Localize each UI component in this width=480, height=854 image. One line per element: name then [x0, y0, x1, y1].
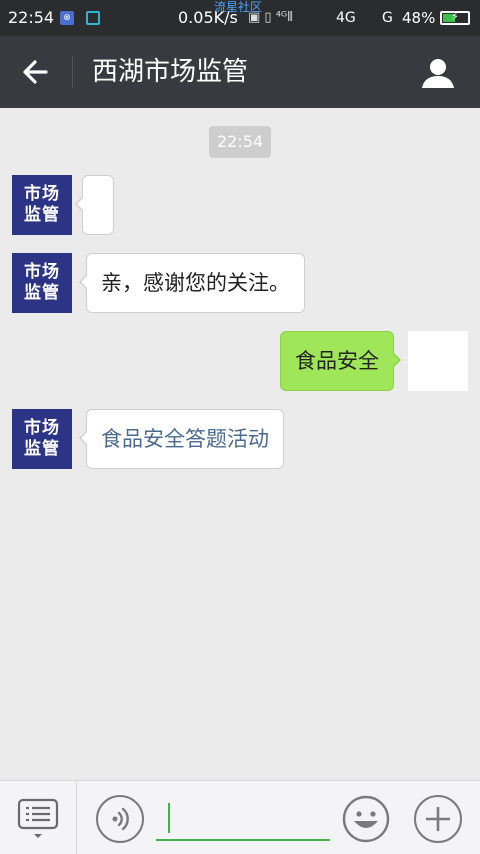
- avatar-text: 市场: [24, 262, 60, 282]
- input-bar: [0, 780, 480, 854]
- user-avatar[interactable]: [408, 331, 468, 391]
- menu-toggle-button[interactable]: [0, 781, 77, 854]
- link-message-bubble[interactable]: 食品安全答题活动: [79, 409, 284, 469]
- message-timestamp: 22:54: [209, 126, 271, 158]
- avatar-text: 市场: [24, 418, 60, 438]
- arrow-left-icon: [23, 60, 48, 84]
- page-title: 西湖市场监管: [92, 57, 249, 87]
- network-speed: 0.05K/s: [178, 8, 238, 27]
- person-icon: [422, 59, 454, 88]
- chat-header: 西湖市场监管: [0, 36, 480, 108]
- official-avatar[interactable]: 市场 监管: [12, 253, 72, 313]
- status-time: 22:54: [8, 8, 55, 27]
- emoji-button[interactable]: [342, 795, 390, 843]
- message-bubble[interactable]: 亲，感谢您的关注。: [79, 253, 305, 313]
- battery-icon: ⚡: [440, 10, 470, 25]
- lock-app-icon: ⊗: [60, 11, 74, 25]
- voice-button[interactable]: [96, 795, 144, 843]
- battery-percent: 48%: [402, 9, 436, 27]
- signal-4g-label: 4G: [336, 10, 356, 26]
- avatar-text: 市场: [24, 184, 60, 204]
- sent-message-bubble[interactable]: 食品安全: [280, 331, 401, 391]
- status-bar: 22:54 ⊗ 流星社区 0.05K/s ▣ ▯ ⁴ᴳ⦀ 4G G 48% ⚡: [0, 0, 480, 36]
- text-caret: [168, 803, 170, 833]
- message-bubble[interactable]: [75, 175, 114, 235]
- official-avatar[interactable]: 市场 监管: [12, 175, 72, 235]
- chat-area[interactable]: 22:54 市场 监管 市场 监管 亲，感谢您的关注。 食品安全 市场 监管 食…: [0, 108, 480, 780]
- message-input[interactable]: [156, 801, 330, 841]
- emoji-icon: [342, 795, 390, 843]
- signal-g-label: G: [382, 10, 393, 26]
- list-menu-icon: [17, 798, 59, 838]
- more-button[interactable]: [414, 795, 462, 843]
- voice-icon: [112, 807, 129, 831]
- official-avatar[interactable]: 市场 监管: [12, 409, 72, 469]
- avatar-text: 监管: [24, 283, 60, 303]
- plus-icon: [426, 807, 450, 831]
- profile-button[interactable]: [418, 54, 458, 94]
- avatar-text: 监管: [24, 205, 60, 225]
- status-icons: ▣ ▯ ⁴ᴳ⦀: [248, 10, 293, 25]
- crop-app-icon: [86, 11, 100, 25]
- header-divider: [72, 56, 73, 88]
- back-button[interactable]: [18, 54, 54, 90]
- avatar-text: 监管: [24, 439, 60, 459]
